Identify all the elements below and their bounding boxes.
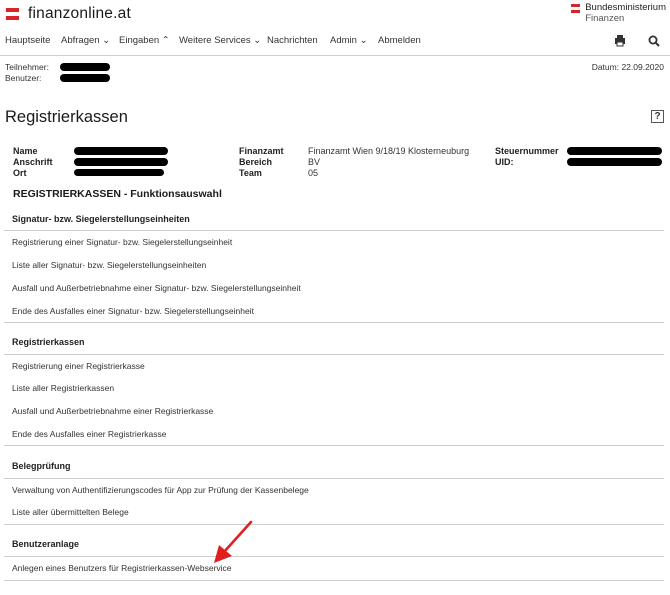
red-arrow-icon (214, 520, 253, 563)
